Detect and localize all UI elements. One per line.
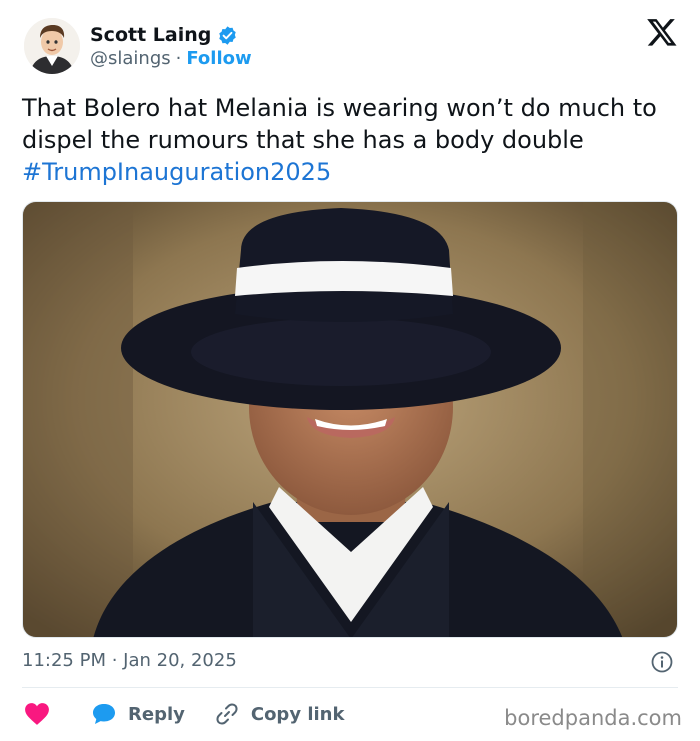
divider [22,687,678,688]
hashtag-link[interactable]: #TrumpInauguration2025 [22,156,682,188]
tweet-actions: Reply Copy link [24,700,344,728]
photo-woman-in-wide-brim-hat [23,202,677,637]
copy-link-button[interactable]: Copy link [185,702,345,726]
like-button[interactable] [24,702,92,726]
author-handle[interactable]: @slaings [90,48,171,69]
link-icon [216,703,238,725]
tweet-photo[interactable] [22,201,678,638]
reply-label: Reply [128,703,185,725]
separator-dot: · [175,48,182,69]
tweet-timestamp[interactable]: 11:25 PM · Jan 20, 2025 [22,650,237,671]
tweet-body: That Bolero hat Melania is wearing won’t… [22,94,657,154]
info-icon[interactable] [650,650,674,674]
avatar-illustration [24,18,80,74]
reply-button[interactable]: Reply [92,703,185,725]
x-logo-icon[interactable] [646,16,678,48]
author-name[interactable]: Scott Laing [90,24,211,46]
heart-icon [25,703,49,725]
copy-link-label: Copy link [250,703,345,725]
tweet-card: Scott Laing @slaings · Follow That Boler… [0,0,700,741]
author-name-row: Scott Laing [90,22,238,48]
verified-badge-icon [219,25,237,45]
follow-button[interactable]: Follow [186,48,251,69]
avatar[interactable] [24,18,80,74]
author-handle-row: @slaings · Follow [90,48,252,69]
reply-bubble-icon [93,704,115,724]
watermark-text: boredpanda.com [504,706,682,730]
tweet-text: That Bolero hat Melania is wearing won’t… [22,92,682,188]
